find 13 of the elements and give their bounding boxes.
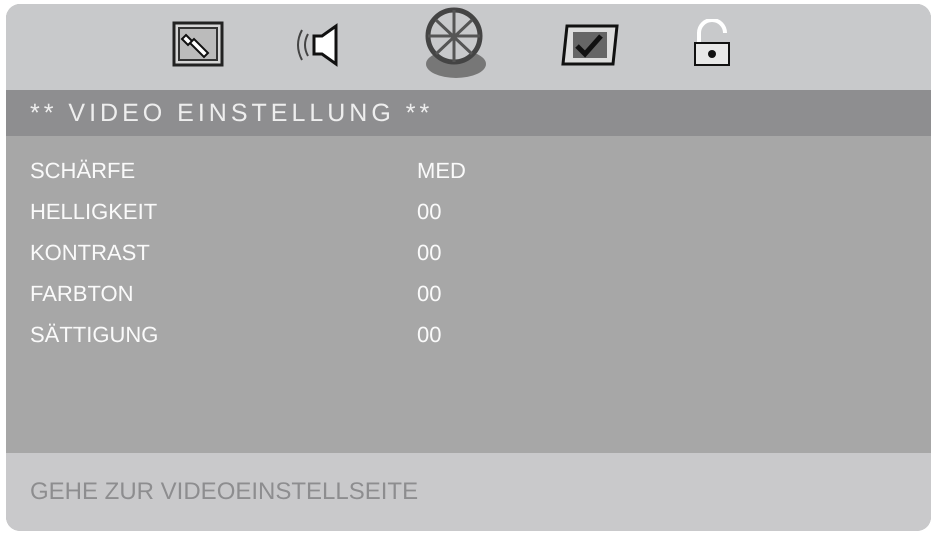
setting-value: 00 (417, 280, 442, 306)
setting-label[interactable]: SCHÄRFE (30, 158, 417, 184)
setting-label[interactable]: SÄTTIGUNG (30, 322, 417, 348)
setting-label[interactable]: HELLIGKEIT (30, 198, 417, 224)
status-bar: GEHE ZUR VIDEOEINSTELLSEITE (6, 453, 931, 531)
setting-label[interactable]: FARBTON (30, 280, 417, 306)
checkmark-icon (559, 22, 621, 68)
setting-label[interactable]: KONTRAST (30, 240, 417, 266)
setting-value: MED (417, 158, 466, 184)
setting-value: 00 (417, 240, 442, 266)
setting-value: 00 (417, 198, 442, 224)
page-title: ** VIDEO EINSTELLUNG ** (6, 90, 931, 136)
setting-value: 00 (417, 322, 442, 348)
